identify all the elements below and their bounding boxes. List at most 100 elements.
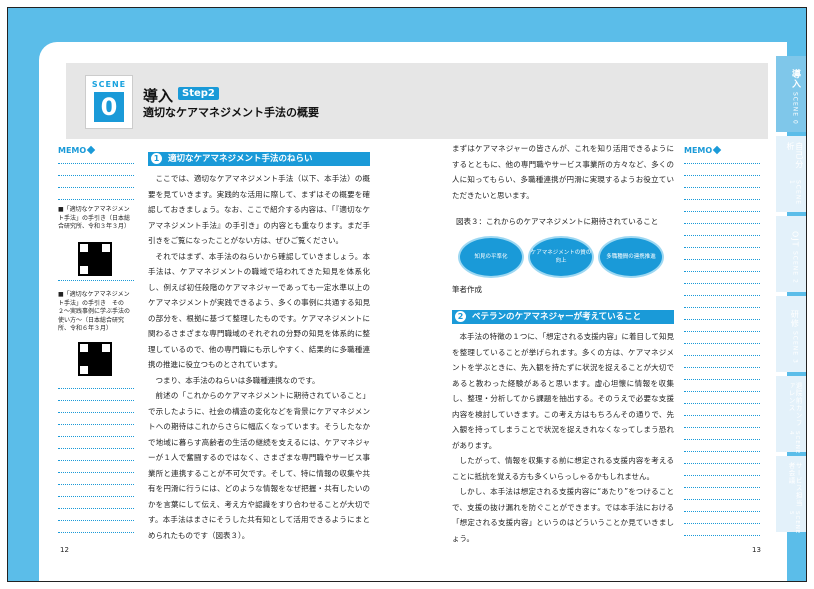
section-heading-1: 1 適切なケアマネジメント手法のねらい — [148, 152, 370, 166]
memo-rule — [684, 223, 760, 224]
memo-rule — [684, 163, 760, 164]
section-title: 適切なケアマネジメント手法のねらい — [168, 154, 313, 164]
tab-scene-2[interactable]: OJT SCENE 2 — [776, 216, 806, 292]
memo-rule — [684, 535, 760, 536]
memo-rule — [684, 259, 760, 260]
chapter-header: SCENE 0 導入 Step2 適切なケアマネジメント手法の概要 — [66, 63, 768, 139]
memo-rule — [684, 499, 760, 500]
memo-rule — [58, 424, 134, 425]
figure-title: 図表３：これからのケアマネジメントに期待されていること — [456, 217, 659, 226]
figure-item: 多職種間の連携推進 — [598, 236, 664, 278]
figure-credit: 筆者作成 — [452, 285, 482, 294]
page-number-right: 13 — [752, 546, 761, 554]
page-number-left: 12 — [60, 546, 69, 554]
memo-rule — [684, 235, 760, 236]
page-title: 導入 — [143, 87, 174, 105]
tab-scene: SCENE 2 — [791, 250, 799, 284]
figure-item: 知見の平準化 — [458, 236, 524, 278]
memo-rule — [58, 175, 134, 176]
paragraph: ここでは、適切なケアマネジメント手法（以下、本手法）の概要を見ていきます。実践的… — [148, 174, 370, 245]
scene-label: SCENE — [91, 80, 127, 89]
memo-rule — [684, 379, 760, 380]
tab-scene-0[interactable]: 導入 SCENE 0 — [776, 56, 806, 132]
tab-scene: SCENE 1 — [788, 180, 802, 206]
memo-note: ■「適切なケアマネジメント手法」の手引き（日本総合研究所、令和３年３月） — [58, 206, 134, 232]
tab-title: 退院前カンファレンス — [787, 382, 803, 427]
memo-rule — [58, 472, 134, 473]
section1-body: ここでは、適切なケアマネジメント手法（以下、本手法）の概要を見ていきます。実践的… — [148, 171, 370, 543]
memo-label: MEMO — [684, 146, 713, 155]
paragraph: つまり、本手法のねらいは多職種連携なのです。 — [155, 375, 320, 385]
scene-badge: SCENE 0 — [85, 75, 133, 129]
memo-title: MEMO — [58, 145, 134, 158]
memo-note: ■「適切なケアマネジメント手法」の手引き その２〜実践事例に学ぶ手法の使い方〜（… — [58, 291, 134, 334]
section-number: 2 — [455, 311, 466, 322]
tab-scene-1[interactable]: 自己分析 SCENE 1 — [776, 136, 806, 212]
tab-scene-3[interactable]: 研修 SCENE 3 — [776, 296, 806, 372]
memo-rule — [684, 391, 760, 392]
memo-rule — [684, 211, 760, 212]
memo-title: MEMO — [684, 145, 760, 158]
paragraph: したがって、情報を収集する前に想定される支援内容を考えることに抵抗を覚える方も多… — [452, 456, 674, 481]
memo-rule — [684, 175, 760, 176]
paragraph: 前述の「これからのケアマネジメントに期待されていること」で示したように、社会の構… — [148, 391, 370, 540]
tab-scene: SCENE 4 — [788, 430, 801, 454]
memo-rule — [58, 400, 134, 401]
memo-rule — [684, 187, 760, 188]
memo-rule — [684, 487, 760, 488]
memo-rule — [58, 187, 134, 188]
memo-rule — [58, 484, 134, 485]
memo-rule — [684, 199, 760, 200]
memo-rule — [58, 520, 134, 521]
memo-rule — [684, 367, 760, 368]
memo-rule — [684, 343, 760, 344]
memo-rule — [684, 427, 760, 428]
memo-rule — [58, 448, 134, 449]
memo-rule — [684, 511, 760, 512]
memo-rule — [58, 460, 134, 461]
paragraph: それではまず、本手法のねらいから確認していきましょう。本手法は、ケアマネジメント… — [148, 251, 370, 370]
tab-scene-5[interactable]: サービス担当者会議 SCENE 5 — [776, 456, 806, 534]
memo-rule — [58, 412, 134, 413]
page-subtitle: 適切なケアマネジメント手法の概要 — [143, 106, 319, 119]
memo-rule — [58, 508, 134, 509]
memo-rule — [684, 319, 760, 320]
memo-rule — [684, 403, 760, 404]
memo-rule — [684, 355, 760, 356]
memo-rule — [58, 199, 134, 200]
memo-rule — [684, 439, 760, 440]
memo-rule — [684, 475, 760, 476]
tab-title: 自己分析 — [786, 142, 804, 169]
memo-rule — [58, 388, 134, 389]
tab-title: 研修 — [790, 309, 800, 328]
memo-rule — [684, 271, 760, 272]
section-heading-2: 2 ベテランのケアマネジャーが考えていること — [452, 310, 674, 324]
tab-scene: SCENE 0 — [791, 92, 799, 126]
memo-rule — [684, 295, 760, 296]
memo-column-left: MEMO ■「適切なケアマネジメント手法」の手引き（日本総合研究所、令和３年３月… — [58, 145, 134, 536]
section-title: ベテランのケアマネジャーが考えていること — [472, 312, 642, 322]
paragraph: しかし、本手法は想定される支援内容に“あたり”をつけることで、支援の抜け漏れを防… — [452, 487, 674, 543]
memo-rule — [58, 163, 134, 164]
step-badge: Step2 — [178, 87, 219, 100]
qr-code-icon — [78, 242, 112, 276]
tab-title: 導入 — [789, 68, 800, 89]
section-number: 1 — [151, 153, 162, 164]
diamond-icon — [712, 145, 722, 155]
memo-rule — [58, 532, 134, 533]
scene-number: 0 — [94, 92, 124, 122]
memo-column-right: MEMO — [684, 145, 760, 536]
memo-rule — [684, 415, 760, 416]
tab-scene-4[interactable]: 退院前カンファレンス SCENE 4 — [776, 376, 806, 454]
tab-title: サービス担当者会議 — [787, 462, 803, 507]
spread-frame: 導入 SCENE 0 自己分析 SCENE 1 OJT SCENE 2 研修 S… — [7, 7, 807, 582]
diamond-icon — [86, 145, 96, 155]
memo-rule — [684, 463, 760, 464]
section2-body: 本手法の特徴の１つに、「想定される支援内容」に着目して知見を整理していることが挙… — [452, 329, 674, 546]
memo-rule — [684, 331, 760, 332]
memo-rule — [684, 523, 760, 524]
tab-title: OJT — [790, 230, 800, 248]
memo-rule — [58, 280, 134, 281]
tab-scene: SCENE 5 — [788, 510, 801, 534]
memo-rule — [58, 496, 134, 497]
